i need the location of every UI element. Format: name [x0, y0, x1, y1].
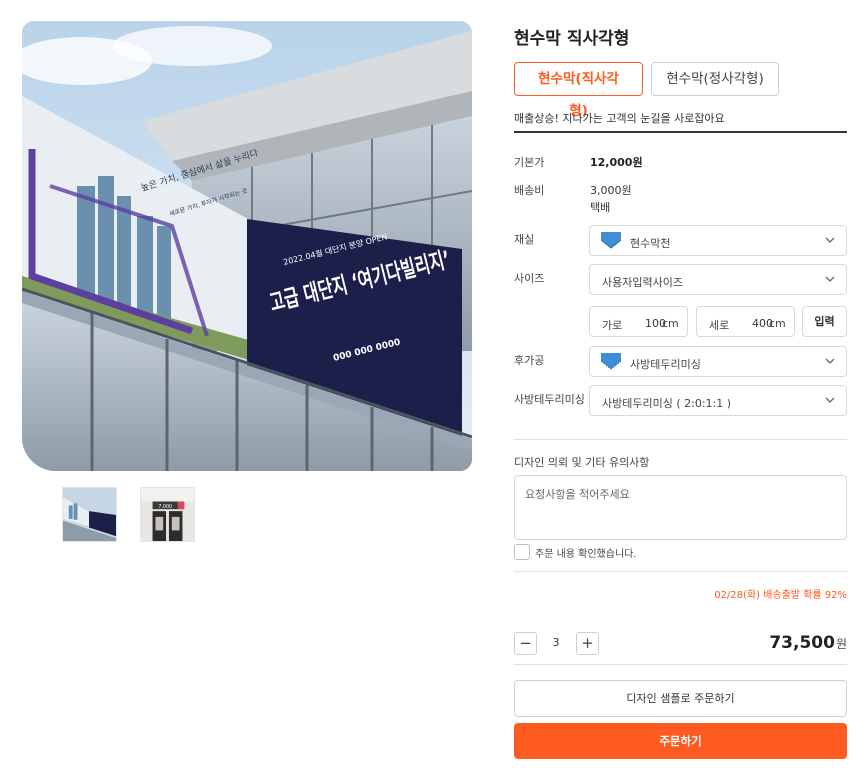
quantity-decrease-button[interactable]: − [514, 632, 537, 655]
height-field[interactable]: 세로 400 cm [696, 306, 795, 337]
total-divider [514, 664, 847, 665]
material-selected-value: 현수막천 [630, 237, 671, 250]
request-divider [514, 571, 847, 572]
chevron-down-icon [825, 276, 835, 282]
request-label: 디자인 의뢰 및 기타 유의사항 [514, 456, 650, 469]
shipping-fee: 3,000원 [590, 184, 632, 197]
confirm-checkbox[interactable] [514, 544, 530, 560]
size-select[interactable]: 사용자입력사이즈 [589, 264, 847, 295]
thumbnail-banner-photo[interactable] [62, 487, 117, 542]
height-label: 세로 [709, 319, 730, 332]
main-product-image: 2022.04월 대단지 분양 OPEN 고급 대단지 ‘여기다빌리지’ 000… [22, 21, 472, 471]
tab-rectangle-banner[interactable]: 현수막(직사각형) [514, 62, 643, 119]
chevron-down-icon [825, 397, 835, 403]
size-label: 사이즈 [514, 272, 545, 285]
thumbnail-storefront-photo[interactable]: 7,000 [140, 487, 195, 542]
width-label: 가로 [602, 319, 623, 332]
fabric-swatch-icon [601, 232, 621, 250]
request-textarea[interactable] [514, 475, 847, 540]
material-select[interactable]: 현수막천 [589, 225, 847, 256]
edge-sewing-select[interactable]: 사방테두리미싱 ( 2:0:1:1 ) [589, 385, 847, 416]
product-title: 현수막 직사각형 [514, 29, 630, 49]
delivery-probability-note: 02/28(화) 배송출발 확률 92% [714, 590, 847, 601]
finishing-select[interactable]: 사방테두리미싱 [589, 346, 847, 377]
finishing-label: 후가공 [514, 354, 545, 367]
base-price-value: 12,000원 [590, 156, 643, 169]
confirm-label: 주문 내용 확인했습니다. [535, 549, 637, 560]
thumbnail-sign-text: 7,000 [158, 504, 172, 510]
total-amount: 73,500 [769, 633, 835, 653]
width-unit: cm [662, 317, 679, 330]
currency-unit: 원 [835, 637, 847, 651]
shipping-method: 택배 [590, 201, 611, 214]
edge-sewing-label: 사방테두리미싱 [514, 393, 585, 406]
width-field[interactable]: 가로 100 cm [589, 306, 688, 337]
quantity-value[interactable]: 3 [540, 636, 572, 649]
options-divider [514, 439, 847, 440]
height-unit: cm [769, 317, 786, 330]
chevron-down-icon [825, 358, 835, 364]
product-tagline: 매출상승! 지나가는 고객의 눈길을 사로잡아요 [514, 112, 725, 125]
material-label: 재실 [514, 233, 535, 246]
finishing-selected-value: 사방테두리미싱 [630, 358, 701, 371]
shipping-label: 배송비 [514, 184, 545, 197]
quantity-increase-button[interactable]: + [576, 632, 599, 655]
order-with-sample-button[interactable]: 디자인 샘플로 주문하기 [514, 680, 847, 717]
stitch-edge-icon [601, 353, 621, 371]
base-price-label: 기본가 [514, 156, 545, 169]
total-price: 73,500원 [769, 633, 847, 653]
enter-size-button[interactable]: 입력 [802, 306, 847, 337]
tab-square-banner[interactable]: 현수막(정사각형) [651, 62, 779, 96]
section-divider [514, 131, 847, 133]
order-button[interactable]: 주문하기 [514, 723, 847, 759]
size-selected-value: 사용자입력사이즈 [602, 276, 683, 289]
edge-sewing-selected-value: 사방테두리미싱 ( 2:0:1:1 ) [602, 397, 732, 410]
chevron-down-icon [825, 237, 835, 243]
